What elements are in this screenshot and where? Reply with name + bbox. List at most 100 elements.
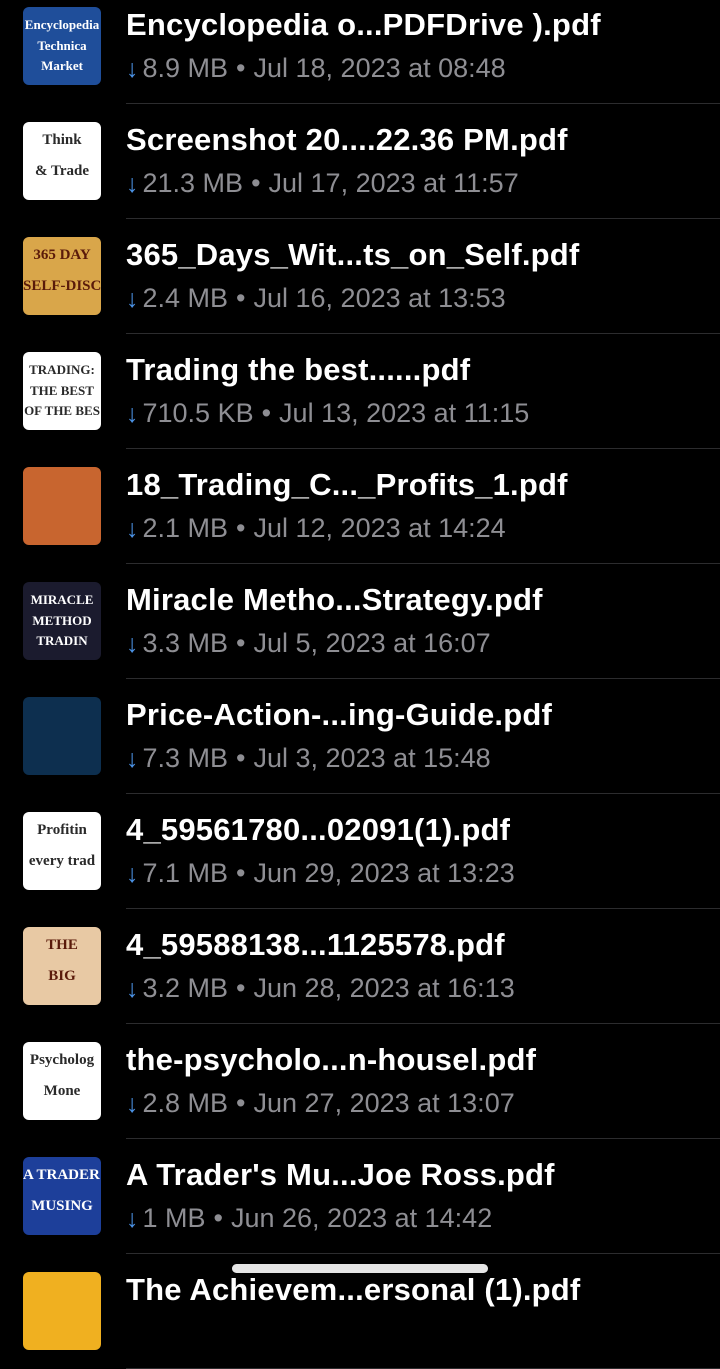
file-meta: ↓ 2.4 MB • Jul 16, 2023 at 13:53 [126,283,506,314]
file-date: Jul 16, 2023 at 13:53 [253,283,506,313]
file-meta: ↓ 7.3 MB • Jul 3, 2023 at 15:48 [126,743,491,774]
file-row[interactable]: 18_Trading_C..._Profits_1.pdf ↓ 2.1 MB • Jul… [0,449,720,564]
thumb-cover-text: TRADIN [36,633,88,649]
price-action-guide-cover[interactable] [23,697,101,775]
file-meta: ↓ 3.3 MB • Jul 5, 2023 at 16:07 [126,628,491,659]
file-title: 4_59588138...1125578.pdf [126,927,505,962]
file-date: Jul 13, 2023 at 11:15 [279,398,530,428]
thumb-cover-text: Technica [37,37,87,53]
thumb-cover-text: SELF-DISCIPL [23,278,101,294]
file-date: Jul 5, 2023 at 16:07 [253,628,491,658]
thumb-cover-text: Think [42,132,82,148]
download-arrow-icon: ↓ [126,55,139,83]
file-date: Jul 17, 2023 at 11:57 [268,168,519,198]
miracle-method-trading-cover[interactable]: MIRACLE METHOD TRADIN [23,582,101,660]
file-date: Jun 28, 2023 at 16:13 [253,973,515,1003]
file-meta: ↓ 2.1 MB • Jul 12, 2023 at 14:24 [126,513,506,544]
thumb-cover-text: THE BEST [30,382,94,398]
file-title: the-psycholo...n-housel.pdf [126,1042,537,1077]
meta-separator: • [251,168,261,198]
thumb-cover-text: Encyclopedia [24,17,100,32]
meta-separator: • [236,743,246,773]
file-size: 710.5 KB [142,398,254,428]
file-meta: ↓ 8.9 MB • Jul 18, 2023 at 08:48 [126,53,506,84]
encyclopedia-technical-market-cover[interactable]: Encyclopedia Technica Market [23,7,101,85]
file-title: Trading the best......pdf [126,352,471,387]
meta-separator: • [236,513,246,543]
the-big-cover[interactable]: THE BIG [23,927,101,1005]
trading-best-of-the-best-cover[interactable]: TRADING: THE BEST OF THE BES [23,352,101,430]
file-row[interactable]: Think & Trade Screenshot 20....22.36 PM.pd… [0,104,720,219]
thumb-cover-text: Mone [43,1083,81,1099]
file-meta: ↓ 21.3 MB • Jul 17, 2023 at 11:57 [126,168,519,199]
file-size: 8.9 MB [142,53,229,83]
file-title: Miracle Metho...Strategy.pdf [126,582,543,617]
thumb-cover-text: Psycholog [29,1052,95,1068]
download-arrow-icon: ↓ [126,745,139,773]
download-arrow-icon: ↓ [126,400,139,428]
psychology-of-money-cover[interactable]: Psycholog Mone [23,1042,101,1120]
thumb-cover-text: OF THE BES [24,403,100,419]
365-days-self-discipline-cover[interactable]: 365 DAY SELF-DISCIPL [23,237,101,315]
thumb-cover-text: every trad [28,853,96,869]
file-title: Encyclopedia o...PDFDrive ).pdf [126,7,601,42]
thumb-cover-text: Profitin [37,822,87,838]
file-title: The Achievem...ersonal (1).pdf [126,1272,581,1307]
file-list: Encyclopedia Technica Market Encyclopedia o… [0,0,720,1369]
file-date: Jun 26, 2023 at 14:42 [230,1203,493,1233]
file-row[interactable]: A TRADER' MUSING A Trader's Mu...Joe Ross.… [0,1139,720,1254]
file-row[interactable]: Price-Action-...ing-Guide.pdf ↓ 7.3 MB • Jul… [0,679,720,794]
file-size: 2.4 MB [142,283,229,313]
meta-separator: • [236,858,246,888]
file-meta: ↓ 7.1 MB • Jun 29, 2023 at 13:23 [126,858,515,889]
file-date: Jul 18, 2023 at 08:48 [253,53,506,83]
thumb-cover-text: MIRACLE [30,592,94,607]
file-date: Jun 29, 2023 at 13:23 [253,858,515,888]
think-and-trade-cover[interactable]: Think & Trade [23,122,101,200]
file-row[interactable]: TRADING: THE BEST OF THE BES Trading the be… [0,334,720,449]
meta-separator: • [236,53,246,83]
file-title: A Trader's Mu...Joe Ross.pdf [126,1157,555,1192]
file-size: 3.3 MB [142,628,229,658]
file-row[interactable]: Psycholog Mone the-psycholo...n-housel.pdf… [0,1024,720,1139]
thumb-cover-text: BIG [48,968,76,984]
download-arrow-icon: ↓ [126,515,139,543]
file-title: 365_Days_Wit...ts_on_Self.pdf [126,237,580,272]
meta-separator: • [236,628,246,658]
meta-separator: • [261,398,272,428]
file-row[interactable]: THE BIG 4_59588138...1125578.pdf ↓ 3.2 MB • Ju… [0,909,720,1024]
file-date: Jul 3, 2023 at 15:48 [253,743,491,773]
meta-separator: • [236,283,246,313]
file-row[interactable]: MIRACLE METHOD TRADIN Miracle Metho...Strat… [0,564,720,679]
download-arrow-icon: ↓ [126,285,139,313]
thumb-cover-text: Market [41,58,83,74]
meta-separator: • [236,973,246,1003]
a-traders-musings-cover[interactable]: A TRADER' MUSING [23,1157,101,1235]
file-size: 7.3 MB [142,743,229,773]
download-arrow-icon: ↓ [126,975,139,1003]
profiting-every-trade-cover[interactable]: Profitin every trad [23,812,101,890]
file-date: Jun 27, 2023 at 13:07 [253,1088,515,1118]
file-row[interactable]: Profitin every trad 4_59561780...02091(1).… [0,794,720,909]
file-title: 4_59561780...02091(1).pdf [126,812,511,847]
thumb-cover-text: 365 DAY [33,247,91,263]
file-row[interactable]: Encyclopedia Technica Market Encyclopedia o… [0,0,720,104]
file-row[interactable]: 365 DAY SELF-DISCIPL 365_Days_Wit...ts_on_… [0,219,720,334]
file-meta: ↓ 1 MB • Jun 26, 2023 at 14:42 [126,1203,492,1234]
thumb-cover-text: TRADING: [29,362,95,377]
file-size: 21.3 MB [142,168,244,198]
download-arrow-icon: ↓ [126,1205,139,1233]
file-size: 2.1 MB [142,513,229,543]
meta-separator: • [236,1088,246,1118]
file-title: Price-Action-...ing-Guide.pdf [126,697,553,732]
home-indicator[interactable] [232,1264,488,1273]
trading-profits-cover[interactable] [23,467,101,545]
file-date: Jul 12, 2023 at 14:24 [253,513,506,543]
file-size: 1 MB [142,1203,206,1233]
thumb-cover-text: & Trade [34,163,90,179]
thumb-cover-text: THE [46,937,78,953]
achievement-cover[interactable] [23,1272,101,1350]
download-arrow-icon: ↓ [126,170,139,198]
download-arrow-icon: ↓ [126,630,139,658]
file-size: 3.2 MB [142,973,229,1003]
